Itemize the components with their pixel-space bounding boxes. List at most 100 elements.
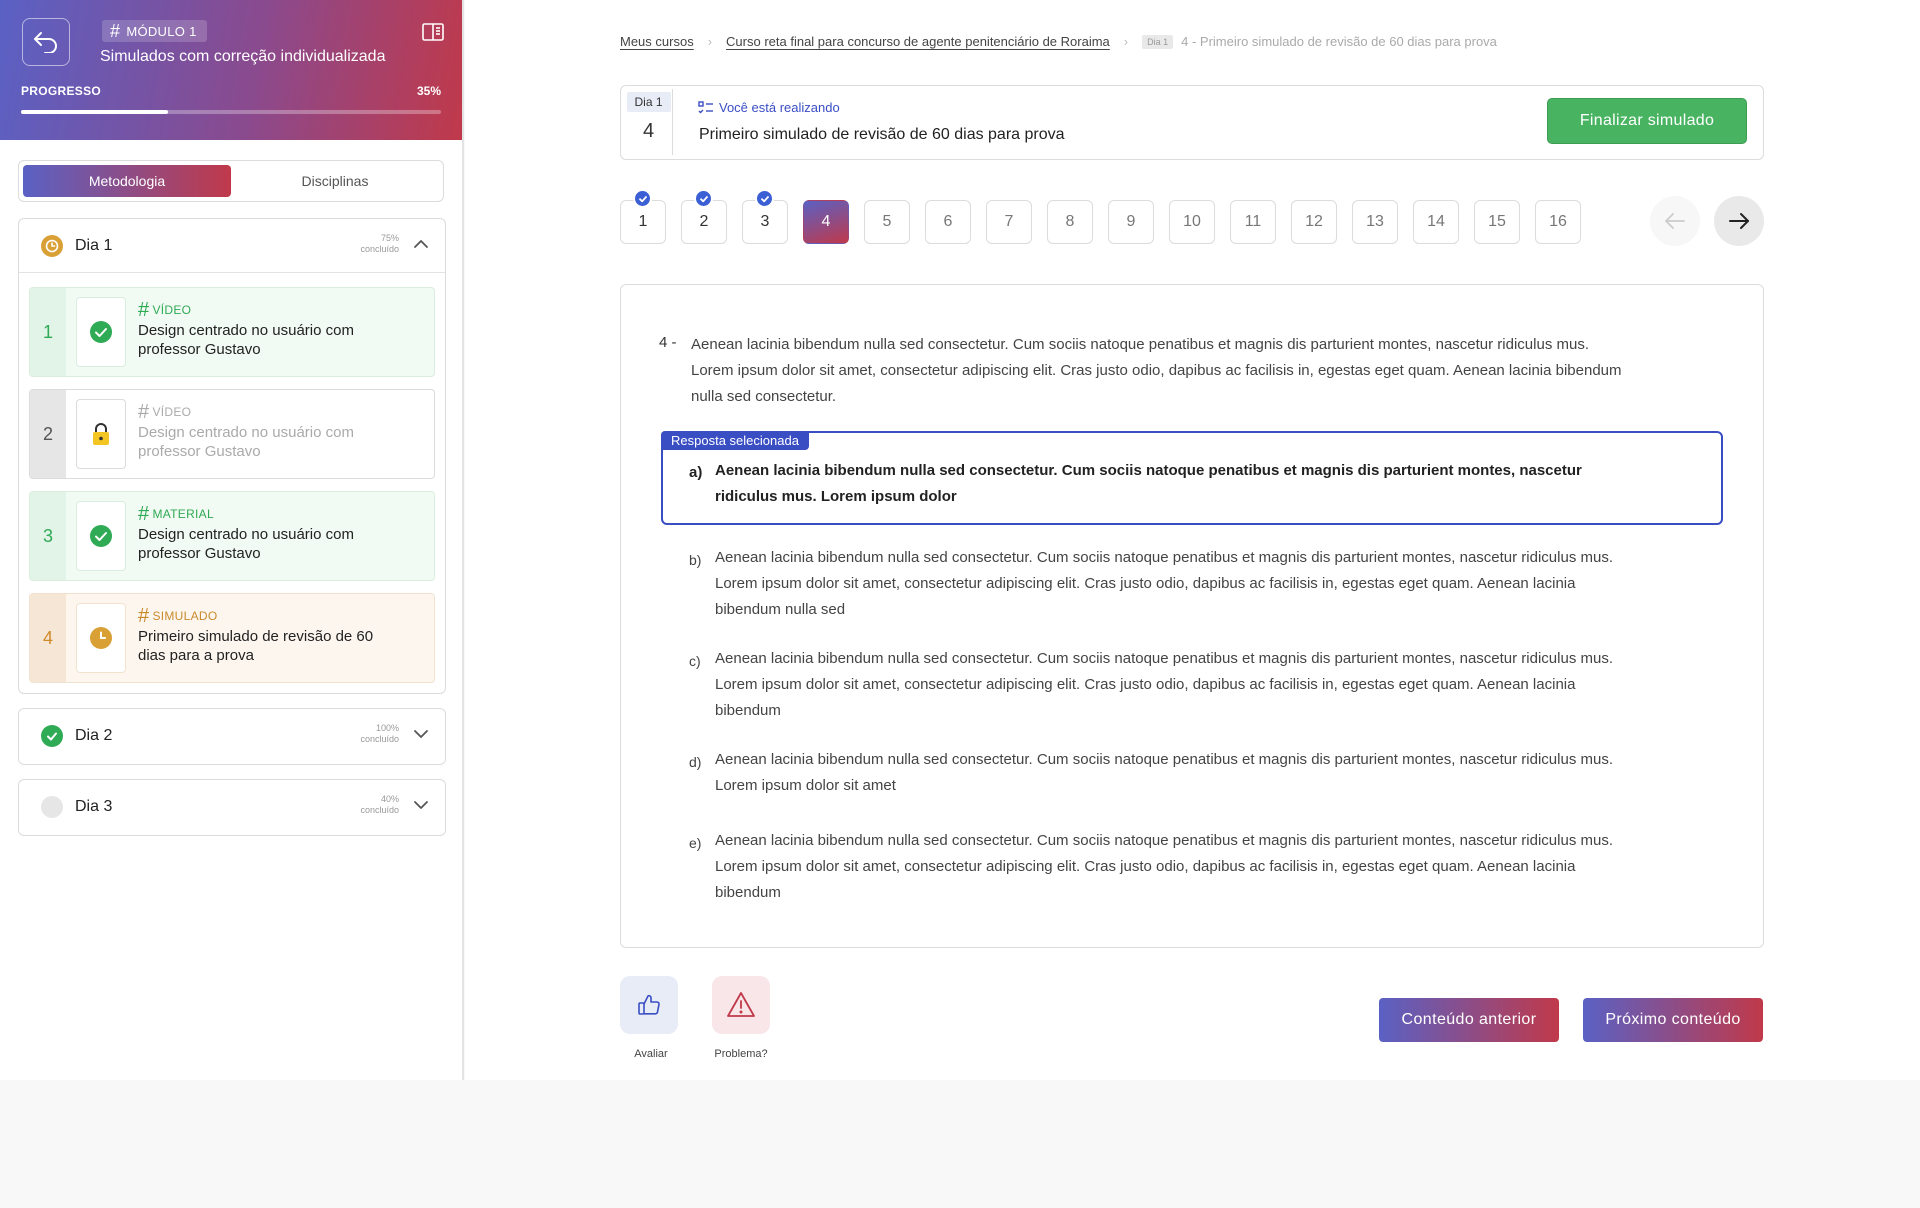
question-button-11[interactable]: 11 [1230, 200, 1276, 244]
lesson-number: 2 [30, 390, 66, 478]
option-text: Aenean lacinia bibendum nulla sed consec… [715, 462, 1582, 505]
question-button-label: 8 [1065, 213, 1075, 230]
question-button-13[interactable]: 13 [1352, 200, 1398, 244]
lesson-type: # MATERIAL [138, 504, 378, 524]
question-button-5[interactable]: 5 [864, 200, 910, 244]
rate-button[interactable] [620, 976, 678, 1034]
chevron-down-icon[interactable] [413, 728, 429, 740]
breadcrumb-link-course[interactable]: Curso reta final para concurso de agente… [726, 34, 1110, 49]
lesson-item-4[interactable]: 4 # SIMULADO Primeiro simulado de revisão… [29, 593, 435, 683]
back-button[interactable] [22, 18, 70, 66]
warning-icon [727, 992, 755, 1017]
answer-option-b[interactable]: b) Aenean lacinia bibendum nulla sed con… [689, 545, 1689, 623]
question-button-9[interactable]: 9 [1108, 200, 1154, 244]
lesson-number: 4 [30, 594, 66, 682]
question-button-label: 7 [1004, 213, 1014, 230]
check-icon [755, 189, 774, 208]
lesson-status [76, 297, 126, 367]
tab-disciplinas[interactable]: Disciplinas [231, 165, 439, 197]
question-button-1[interactable]: 1 [620, 189, 666, 244]
progress-bar [21, 110, 441, 114]
day-header-1[interactable]: Dia 1 75% concluído [19, 219, 445, 273]
day-card-2: Dia 2 100% concluído [18, 708, 446, 765]
question-button-label: 3 [760, 213, 770, 230]
breadcrumb-link-courses[interactable]: Meus cursos [620, 34, 694, 49]
sidebar-tabs: Metodologia Disciplinas [18, 160, 444, 202]
question-card: 4 - Aenean lacinia bibendum nulla sed co… [620, 284, 1764, 948]
question-button-15[interactable]: 15 [1474, 200, 1520, 244]
check-icon [90, 525, 112, 547]
question-button-label: 6 [943, 213, 953, 230]
thumbs-up-icon [638, 994, 660, 1015]
question-button-label: 9 [1126, 213, 1136, 230]
question-button-label: 11 [1244, 213, 1262, 230]
day-title: Dia 1 [75, 236, 113, 254]
check-icon [90, 321, 112, 343]
prev-question-button[interactable] [1650, 196, 1700, 246]
chevron-right-icon: › [707, 34, 713, 49]
day-header-2[interactable]: Dia 2 100% concluído [19, 709, 445, 763]
question-button-12[interactable]: 12 [1291, 200, 1337, 244]
report-problem-button[interactable] [712, 976, 770, 1034]
day-header-3[interactable]: Dia 3 40% concluído [19, 780, 445, 834]
previous-content-button[interactable]: Conteúdo anterior [1379, 998, 1559, 1042]
option-letter: d) [689, 754, 702, 770]
question-button-10[interactable]: 10 [1169, 200, 1215, 244]
question-button-label: 1 [638, 213, 648, 230]
chevron-up-icon[interactable] [413, 238, 429, 250]
question-button-label: 2 [699, 213, 709, 230]
lesson-type-label: VÍDEO [152, 405, 192, 419]
check-icon [694, 189, 713, 208]
hash-icon: # [110, 21, 121, 41]
hash-icon: # [138, 605, 150, 627]
question-button-6[interactable]: 6 [925, 200, 971, 244]
main-content: Meus cursos › Curso reta final para conc… [465, 0, 1920, 1080]
answer-option-d[interactable]: d) Aenean lacinia bibendum nulla sed con… [689, 747, 1689, 799]
lesson-title: Design centrado no usuário com professor… [138, 322, 354, 358]
answer-option-a[interactable]: a) Aenean lacinia bibendum nulla sed con… [689, 458, 1689, 510]
rate-label: Avaliar [634, 1048, 668, 1060]
next-question-button[interactable] [1714, 196, 1764, 246]
option-letter: c) [689, 653, 701, 669]
tab-metodologia[interactable]: Metodologia [23, 165, 231, 197]
chevron-down-icon[interactable] [413, 799, 429, 811]
day-percent-caption: concluído [360, 734, 399, 744]
day-percent-value: 100% [375, 723, 399, 733]
question-button-14[interactable]: 14 [1413, 200, 1459, 244]
module-header: # MÓDULO 1 Simulados com correção indivi… [0, 0, 462, 140]
lesson-item-3[interactable]: 3 # MATERIAL Design centrado no usuário c… [29, 491, 435, 581]
day-indicator: Dia 1 4 [625, 89, 673, 155]
question-button-3[interactable]: 3 [742, 189, 788, 244]
question-button-4[interactable]: 4 [803, 200, 849, 244]
module-tag-label: MÓDULO 1 [126, 23, 197, 39]
arrow-left-icon [1665, 213, 1685, 229]
question-button-2[interactable]: 2 [681, 189, 727, 244]
day-percent: 40% concluído [360, 794, 399, 816]
answer-option-c[interactable]: c) Aenean lacinia bibendum nulla sed con… [689, 646, 1689, 724]
option-text: Aenean lacinia bibendum nulla sed consec… [715, 751, 1614, 794]
module-tag: # MÓDULO 1 [102, 20, 207, 42]
option-text: Aenean lacinia bibendum nulla sed consec… [715, 650, 1614, 719]
next-content-button[interactable]: Próximo conteúdo [1583, 998, 1763, 1042]
book-icon[interactable] [422, 22, 444, 47]
day-card-3: Dia 3 40% concluído [18, 779, 446, 836]
option-text: Aenean lacinia bibendum nulla sed consec… [715, 549, 1614, 618]
finish-simulado-button[interactable]: Finalizar simulado [1547, 98, 1747, 144]
question-button-7[interactable]: 7 [986, 200, 1032, 244]
lesson-item-1[interactable]: 1 # VÍDEO Design centrado no usuário com … [29, 287, 435, 377]
question-button-8[interactable]: 8 [1047, 200, 1093, 244]
day-percent: 75% concluído [360, 233, 399, 255]
question-button-label: 4 [821, 213, 831, 230]
question-button-16[interactable]: 16 [1535, 200, 1581, 244]
progress-label: PROGRESSO [21, 84, 102, 98]
option-letter: e) [689, 835, 702, 851]
question-number: 4 - [659, 334, 677, 351]
lesson-type-label: MATERIAL [152, 507, 214, 521]
lesson-type: # VÍDEO [138, 402, 378, 422]
question-button-label: 16 [1549, 213, 1567, 230]
clock-icon [90, 627, 112, 649]
lesson-item-2[interactable]: 2 # VÍDEO Design centrado no usuário com … [29, 389, 435, 479]
answer-option-e[interactable]: e) Aenean lacinia bibendum nulla sed con… [689, 828, 1689, 906]
day-title: Dia 2 [75, 727, 113, 744]
question-button-label: 5 [882, 213, 892, 230]
